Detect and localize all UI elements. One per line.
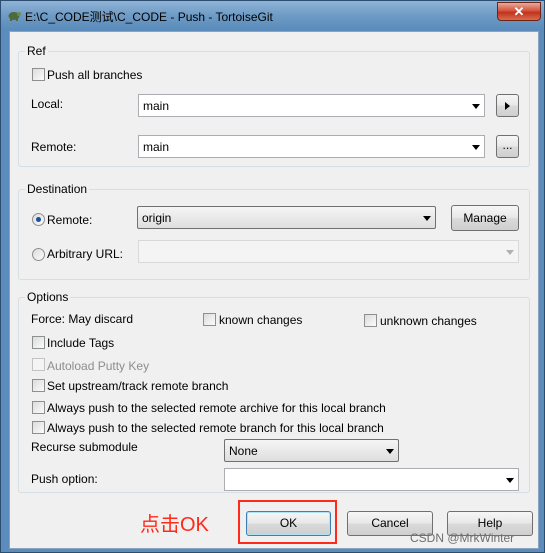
- push-branch-checkbox[interactable]: [32, 421, 45, 434]
- push-archive-label: Always push to the selected remote archi…: [47, 401, 386, 415]
- dropdown-arrow-icon: [472, 145, 480, 150]
- ref-group-label: Ref: [25, 44, 48, 58]
- unknown-changes-label: unknown changes: [380, 314, 477, 328]
- dropdown-arrow-icon: [472, 104, 480, 109]
- push-all-branches-label: Push all branches: [47, 68, 143, 82]
- push-archive-checkbox[interactable]: [32, 401, 45, 414]
- remote-branch-combo[interactable]: main: [138, 135, 485, 158]
- destination-group: [18, 189, 530, 280]
- recurse-submodule-label: Recurse submodule: [31, 440, 138, 454]
- remote-name-combo[interactable]: origin: [137, 206, 436, 229]
- dropdown-arrow-icon: [506, 250, 514, 255]
- include-tags-checkbox[interactable]: [32, 336, 45, 349]
- unknown-changes-checkbox[interactable]: [364, 314, 377, 327]
- autoload-putty-checkbox[interactable]: [32, 358, 45, 371]
- autoload-putty-label: Autoload Putty Key: [47, 359, 150, 373]
- remote-radio-label: Remote:: [47, 213, 93, 227]
- local-branch-combo[interactable]: main: [138, 94, 485, 117]
- dropdown-arrow-icon: [386, 449, 394, 454]
- click-ok-annotation: 点击OK: [140, 514, 209, 536]
- force-label: Force: May discard: [31, 312, 134, 326]
- watermark: CSDN @MrkWinter: [410, 531, 515, 545]
- destination-group-label: Destination: [25, 182, 90, 196]
- push-dialog-window: E:\C_CODE测试\C_CODE - Push - TortoiseGit …: [0, 0, 545, 553]
- arbitrary-url-radio[interactable]: [32, 248, 45, 261]
- recurse-submodule-value: None: [229, 444, 258, 458]
- close-button[interactable]: ✕: [497, 2, 541, 21]
- dropdown-arrow-icon: [423, 216, 431, 221]
- push-all-branches-checkbox[interactable]: [32, 68, 45, 81]
- known-changes-label: known changes: [219, 313, 303, 327]
- dialog-client-area: Ref Push all branches Local: main Remote…: [9, 31, 539, 549]
- remote-branch-browse-button[interactable]: ...: [496, 135, 519, 158]
- remote-branch-value: main: [143, 140, 170, 154]
- right-arrow-icon: [505, 102, 510, 110]
- local-branch-value: main: [143, 99, 170, 113]
- push-option-label: Push option:: [31, 472, 98, 486]
- local-branch-menu-button[interactable]: [496, 94, 519, 117]
- known-changes-checkbox[interactable]: [203, 313, 216, 326]
- remote-radio[interactable]: [32, 213, 45, 226]
- arbitrary-url-combo[interactable]: [138, 240, 519, 263]
- recurse-submodule-combo[interactable]: None: [224, 439, 399, 462]
- options-group-label: Options: [25, 290, 71, 304]
- remote-branch-label: Remote:: [31, 140, 77, 154]
- ok-highlight-box: [238, 500, 337, 544]
- push-option-combo[interactable]: [224, 468, 519, 491]
- arbitrary-url-label: Arbitrary URL:: [47, 247, 124, 261]
- tortoisegit-icon: [8, 12, 21, 21]
- remote-name-value: origin: [142, 211, 172, 225]
- dropdown-arrow-icon: [506, 478, 514, 483]
- title-bar[interactable]: E:\C_CODE测试\C_CODE - Push - TortoiseGit …: [1, 1, 545, 29]
- window-title: E:\C_CODE测试\C_CODE - Push - TortoiseGit: [25, 10, 273, 24]
- local-label: Local:: [31, 97, 64, 111]
- include-tags-label: Include Tags: [47, 336, 115, 350]
- set-upstream-label: Set upstream/track remote branch: [47, 379, 229, 393]
- set-upstream-checkbox[interactable]: [32, 379, 45, 392]
- push-branch-label: Always push to the selected remote branc…: [47, 421, 384, 435]
- manage-button[interactable]: Manage: [451, 205, 519, 231]
